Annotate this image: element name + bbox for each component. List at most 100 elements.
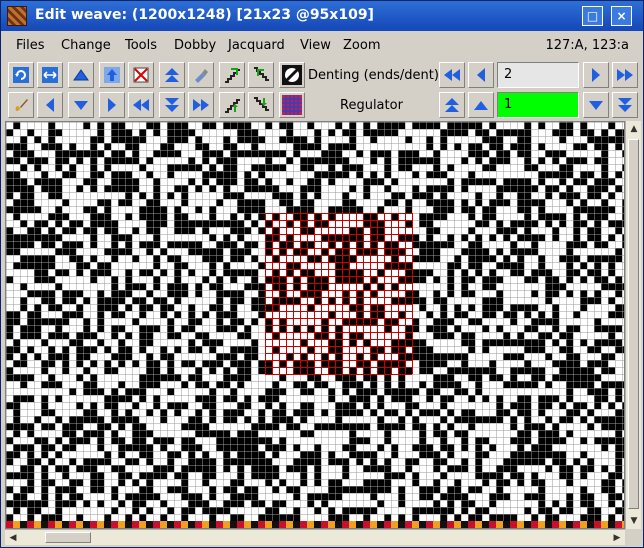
menu-dobby[interactable]: Dobby [174, 38, 216, 53]
warp-color-cell[interactable] [573, 521, 580, 528]
regulator-double-up-icon[interactable] [439, 92, 465, 118]
warp-color-cell[interactable] [608, 521, 615, 528]
warp-color-cell[interactable] [524, 521, 531, 528]
double-left-icon[interactable] [128, 92, 154, 118]
menu-jacquard[interactable]: Jacquard [228, 38, 285, 53]
warp-color-cell[interactable] [55, 521, 62, 528]
warp-color-cell[interactable] [398, 521, 405, 528]
warp-color-cell[interactable] [545, 521, 552, 528]
warp-color-cell[interactable] [125, 521, 132, 528]
maximize-button[interactable]: □ [582, 6, 603, 26]
warp-color-cell[interactable] [594, 521, 601, 528]
arrow-down-icon[interactable] [68, 92, 94, 118]
warp-color-cell[interactable] [279, 521, 286, 528]
warp-color-cell[interactable] [251, 521, 258, 528]
triangle-up-icon[interactable] [68, 62, 94, 88]
clear-grid-icon[interactable] [128, 62, 154, 88]
warp-color-cell[interactable] [111, 521, 118, 528]
vertical-scrollbar[interactable]: ▲ ▼ [625, 121, 641, 529]
warp-color-cell[interactable] [377, 521, 384, 528]
warp-color-cell[interactable] [601, 521, 608, 528]
warp-color-cell[interactable] [412, 521, 419, 528]
brush-icon[interactable] [8, 92, 34, 118]
warp-color-cell[interactable] [293, 521, 300, 528]
invert-icon[interactable] [279, 62, 305, 88]
warp-color-cell[interactable] [230, 521, 237, 528]
warp-color-cell[interactable] [489, 521, 496, 528]
warp-color-cell[interactable] [321, 521, 328, 528]
warp-color-cell[interactable] [370, 521, 377, 528]
warp-color-cell[interactable] [104, 521, 111, 528]
warp-color-cell[interactable] [517, 521, 524, 528]
double-up-icon[interactable] [159, 62, 185, 88]
warp-color-cell[interactable] [265, 521, 272, 528]
warp-color-cell[interactable] [468, 521, 475, 528]
warp-color-cell[interactable] [342, 521, 349, 528]
vertical-scroll-thumb[interactable] [628, 139, 639, 509]
warp-color-cell[interactable] [622, 521, 624, 528]
warp-color-cell[interactable] [447, 521, 454, 528]
swap-horizontal-icon[interactable] [37, 62, 63, 88]
horizontal-scroll-thumb[interactable] [45, 532, 91, 543]
warp-color-cell[interactable] [6, 521, 13, 528]
regulator-input[interactable]: 1 [497, 92, 579, 118]
warp-color-cell[interactable] [153, 521, 160, 528]
warp-color-cell[interactable] [580, 521, 587, 528]
title-bar[interactable]: Edit weave: (1200x1248) [21x23 @95x109] … [1, 1, 643, 31]
menu-tools[interactable]: Tools [125, 38, 157, 53]
warp-color-cell[interactable] [363, 521, 370, 528]
warp-color-cell[interactable] [559, 521, 566, 528]
refresh-icon[interactable] [8, 62, 34, 88]
warp-color-cell[interactable] [426, 521, 433, 528]
warp-color-cell[interactable] [587, 521, 594, 528]
scroll-left-icon[interactable]: ◀ [6, 531, 20, 545]
warp-color-cell[interactable] [195, 521, 202, 528]
warp-color-cell[interactable] [510, 521, 517, 528]
warp-color-cell[interactable] [419, 521, 426, 528]
warp-color-cell[interactable] [48, 521, 55, 528]
color-grid-icon[interactable] [279, 92, 305, 118]
warp-color-cell[interactable] [209, 521, 216, 528]
warp-color-cell[interactable] [461, 521, 468, 528]
shift-diagonal-up-icon[interactable] [219, 62, 245, 88]
horizontal-scrollbar[interactable]: ◀ ▶ [5, 529, 625, 545]
weave-grid[interactable] [6, 122, 624, 528]
menu-zoom[interactable]: Zoom [343, 38, 380, 53]
warp-color-cell[interactable] [286, 521, 293, 528]
warp-color-cell[interactable] [615, 521, 622, 528]
double-down-icon[interactable] [159, 92, 185, 118]
diagonal-up-green-icon[interactable] [219, 92, 245, 118]
denting-last-icon[interactable] [612, 62, 638, 88]
scroll-up-icon[interactable]: ▲ [627, 122, 641, 136]
warp-color-cell[interactable] [454, 521, 461, 528]
warp-color-cell[interactable] [160, 521, 167, 528]
warp-color-cell[interactable] [139, 521, 146, 528]
regulator-up-icon[interactable] [468, 92, 494, 118]
warp-color-cell[interactable] [132, 521, 139, 528]
weave-canvas[interactable] [5, 121, 625, 529]
double-right-icon[interactable] [188, 92, 214, 118]
shift-diagonal-down-icon[interactable] [248, 62, 274, 88]
warp-color-cell[interactable] [307, 521, 314, 528]
warp-color-cell[interactable] [300, 521, 307, 528]
warp-color-cell[interactable] [552, 521, 559, 528]
arrow-left-icon[interactable] [37, 92, 63, 118]
warp-color-cell[interactable] [20, 521, 27, 528]
warp-color-cell[interactable] [216, 521, 223, 528]
warp-color-cell[interactable] [475, 521, 482, 528]
warp-color-cell[interactable] [202, 521, 209, 528]
warp-color-cell[interactable] [384, 521, 391, 528]
warp-color-cell[interactable] [167, 521, 174, 528]
warp-color-cell[interactable] [272, 521, 279, 528]
menu-view[interactable]: View [300, 38, 331, 53]
warp-color-cell[interactable] [83, 521, 90, 528]
warp-color-cell[interactable] [566, 521, 573, 528]
warp-color-cell[interactable] [188, 521, 195, 528]
move-up-icon[interactable] [99, 62, 125, 88]
warp-color-cell[interactable] [13, 521, 20, 528]
denting-first-icon[interactable] [439, 62, 465, 88]
warp-color-cell[interactable] [482, 521, 489, 528]
warp-color-cell[interactable] [258, 521, 265, 528]
arrow-right-icon[interactable] [99, 92, 125, 118]
warp-color-cell[interactable] [181, 521, 188, 528]
